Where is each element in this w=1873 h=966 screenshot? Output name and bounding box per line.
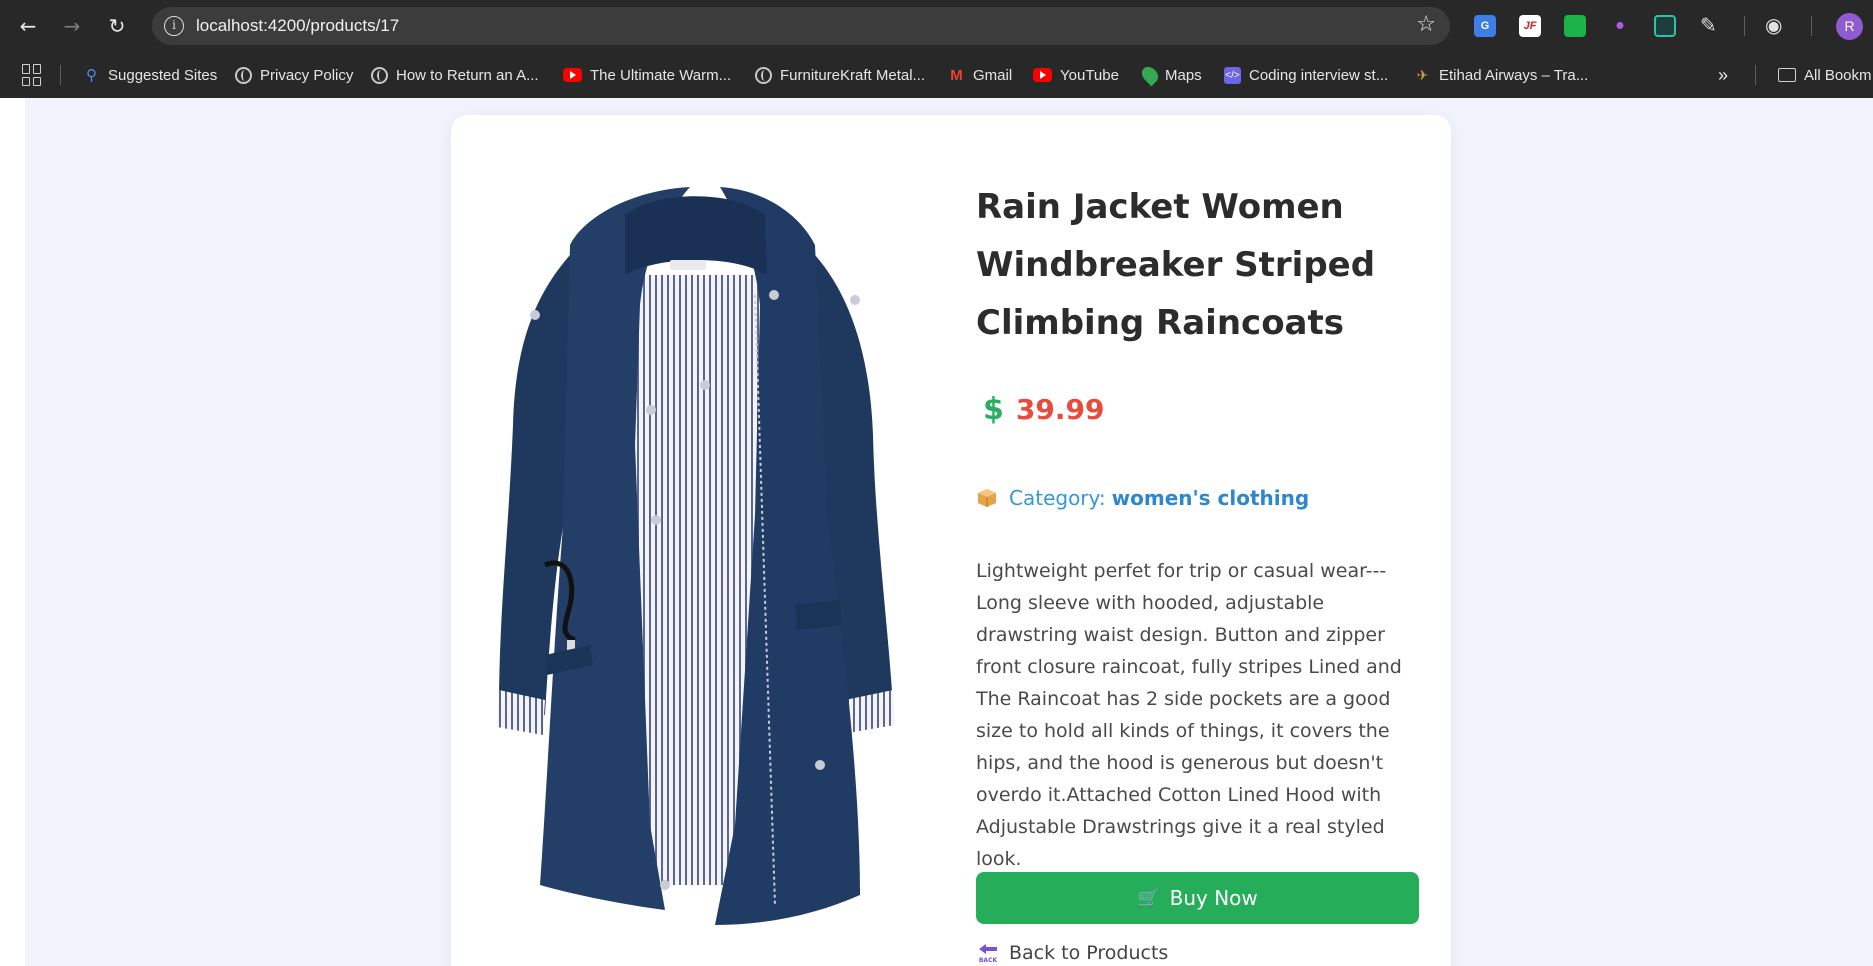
- bookmark-youtube[interactable]: YouTube: [1033, 62, 1119, 88]
- product-description: Lightweight perfet for trip or casual we…: [976, 560, 1402, 870]
- globe-icon: [755, 66, 772, 84]
- address-bar[interactable]: i localhost:4200/products/17 ☆: [152, 7, 1450, 45]
- buy-now-label: Buy Now: [1169, 886, 1258, 910]
- youtube-icon: [563, 68, 582, 82]
- bookmark-label: Gmail: [973, 66, 1013, 84]
- gmail-icon: M: [950, 66, 963, 84]
- bookmark-how-to-return[interactable]: How to Return an A...: [371, 62, 539, 88]
- back-arrow-icon: BACK: [977, 942, 999, 964]
- browser-toolbar: ← → ↻ i localhost:4200/products/17 ☆ G J…: [0, 0, 1873, 52]
- bookmark-label: YouTube: [1060, 66, 1119, 84]
- profile-avatar[interactable]: R: [1836, 13, 1863, 40]
- rain-jacket-image: [497, 187, 895, 925]
- bookmark-coding-interview[interactable]: </> Coding interview st...: [1224, 62, 1388, 88]
- back-icon-text: BACK: [979, 957, 998, 964]
- bookmarks-divider: [60, 65, 61, 85]
- google-translate-icon[interactable]: G: [1474, 15, 1496, 37]
- bookmark-star-icon[interactable]: ☆: [1416, 12, 1436, 37]
- buy-now-button[interactable]: 🛒 Buy Now: [976, 872, 1419, 924]
- site-info-icon[interactable]: i: [164, 16, 184, 36]
- bookmark-label: Maps: [1165, 66, 1202, 84]
- bookmark-label: Etihad Airways – Tra...: [1439, 66, 1589, 84]
- bookmark-label: FurnitureKraft Metal...: [780, 66, 926, 84]
- bookmarks-bar: ⚲ Suggested Sites Privacy Policy How to …: [0, 52, 1873, 98]
- back-to-products-link[interactable]: BACK Back to Products: [977, 942, 1168, 964]
- apps-grid-icon[interactable]: [22, 64, 44, 86]
- bookmark-label: Coding interview st...: [1249, 66, 1389, 84]
- teal-extension-icon[interactable]: [1654, 15, 1676, 37]
- bookmark-label: Suggested Sites: [108, 66, 218, 84]
- bookmark-label: How to Return an A...: [396, 66, 539, 84]
- price-row: $ 39.99: [983, 392, 1104, 427]
- product-price: 39.99: [1015, 393, 1105, 426]
- reload-icon[interactable]: ↻: [103, 12, 131, 40]
- bookmark-etihad[interactable]: ✈ Etihad Airways – Tra...: [1414, 62, 1589, 88]
- etihad-icon: ✈: [1416, 66, 1429, 83]
- all-bookmarks-label: All Bookm: [1804, 66, 1872, 84]
- globe-icon: [235, 66, 252, 84]
- bookmark-label: Privacy Policy: [260, 66, 354, 84]
- screenshot-icon[interactable]: ◉: [1765, 13, 1782, 37]
- bookmark-gmail[interactable]: M Gmail: [948, 62, 1012, 88]
- dollar-icon: $: [983, 392, 1004, 427]
- forward-arrow-icon[interactable]: →: [58, 12, 86, 40]
- category-row: Category: women's clothing: [977, 486, 1309, 510]
- folder-icon: [1778, 68, 1796, 82]
- bookmark-label: The Ultimate Warm...: [590, 66, 732, 84]
- bookmark-privacy-policy[interactable]: Privacy Policy: [235, 62, 353, 88]
- url-text[interactable]: localhost:4200/products/17: [196, 16, 399, 36]
- category-value: women's clothing: [1111, 486, 1310, 510]
- green-extension-icon[interactable]: [1564, 15, 1586, 37]
- bookmark-furniturekraft[interactable]: FurnitureKraft Metal...: [755, 62, 925, 88]
- search-icon: ⚲: [86, 66, 97, 84]
- bookmark-maps[interactable]: Maps: [1138, 62, 1202, 88]
- toolbar-divider: [1811, 16, 1812, 36]
- maps-icon: [1138, 63, 1162, 87]
- back-to-products-label: Back to Products: [1009, 942, 1169, 964]
- product-image: [475, 185, 920, 930]
- globe-icon: [371, 66, 388, 84]
- bookmark-suggested-sites[interactable]: ⚲ Suggested Sites: [83, 62, 217, 88]
- all-bookmarks-folder[interactable]: All Bookm: [1778, 62, 1872, 88]
- toolbar-divider: [1744, 16, 1745, 36]
- product-title: Rain Jacket Women Windbreaker Striped Cl…: [976, 187, 1376, 343]
- purple-dot-extension-icon[interactable]: ●: [1609, 15, 1631, 37]
- back-arrow-icon[interactable]: ←: [14, 12, 42, 40]
- more-bookmarks-chevron-icon[interactable]: »: [1718, 62, 1728, 88]
- package-icon: [977, 488, 997, 508]
- shopping-cart-icon: 🛒: [1137, 887, 1160, 909]
- jf-extension-icon[interactable]: JF: [1519, 15, 1541, 37]
- bookmarks-divider: [1755, 65, 1756, 85]
- extensions-puzzle-icon[interactable]: ✎: [1700, 13, 1717, 37]
- category-label: Category:: [1009, 486, 1106, 510]
- code-icon: </>: [1224, 66, 1241, 84]
- youtube-icon: [1033, 68, 1052, 82]
- bookmark-ultimate-warm[interactable]: The Ultimate Warm...: [563, 62, 731, 88]
